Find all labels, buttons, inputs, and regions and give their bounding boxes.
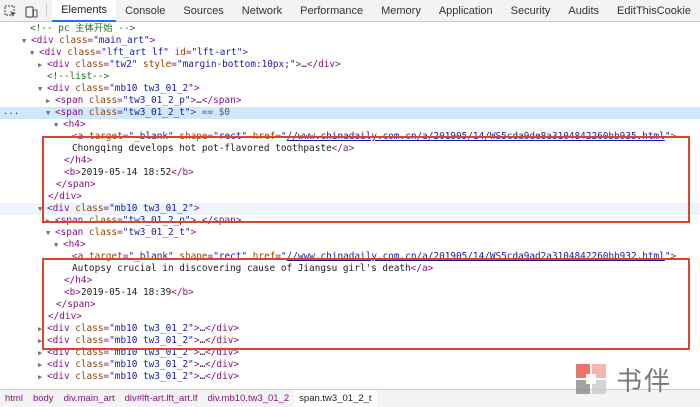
tree-node[interactable]: <b>2019-05-14 18:52</b> <box>0 167 700 179</box>
tab-memory[interactable]: Memory <box>372 0 430 22</box>
headline-text: Chongqing develops hot pot-flavored toot… <box>72 143 332 154</box>
tree-node[interactable]: ▼ <div class="mb10 tw3_01_2"> <box>0 83 700 95</box>
breadcrumb-item[interactable]: div.main_art <box>59 393 120 404</box>
selected-tree-node[interactable]: ... ▼ <span class="tw3_01_2_t"> == $0 <box>0 107 700 119</box>
tree-node[interactable]: ▼ <h4> <box>0 239 700 251</box>
tree-node[interactable]: ▶ <span class="tw3_01_2_p">…</span> <box>0 95 700 107</box>
tree-node[interactable]: Autopsy crucial in discovering cause of … <box>0 263 700 275</box>
tree-node[interactable]: </span> <box>0 299 700 311</box>
breadcrumb-item[interactable]: html <box>0 393 28 404</box>
tree-node[interactable]: ▶ <div class="tw2" style="margin-bottom:1… <box>0 59 700 71</box>
tab-sources[interactable]: Sources <box>174 0 232 22</box>
breadcrumb-item-active[interactable]: span.tw3_01_2_t <box>294 389 377 407</box>
tree-node[interactable]: Chongqing develops hot pot-flavored toot… <box>0 143 700 155</box>
comment-text: <!--list--> <box>47 71 110 82</box>
tree-node[interactable]: </h4> <box>0 155 700 167</box>
tab-security[interactable]: Security <box>502 0 560 22</box>
watermark-text: 书伴 <box>616 366 673 397</box>
tab-performance[interactable]: Performance <box>291 0 372 22</box>
toolbar-divider <box>46 4 48 17</box>
href-link[interactable]: //www.chinadaily.com.cn/a/201905/14/WS5c… <box>287 251 665 262</box>
breadcrumb-item[interactable]: div#lft-art.lft_art.lf <box>120 393 203 404</box>
tree-node[interactable]: ▼ <div class="mb10 tw3_01_2"> <box>0 203 700 215</box>
watermark: 书伴 <box>572 356 696 402</box>
inspect-element-icon[interactable] <box>0 0 21 22</box>
tree-node[interactable]: </div> <box>0 191 700 203</box>
tab-console[interactable]: Console <box>116 0 174 22</box>
tree-node[interactable]: ▼ <div class="main_art"> <box>0 35 700 47</box>
tree-node[interactable]: <a target="_blank" shape="rect" href="//… <box>0 131 700 143</box>
devtools-toolbar: Elements Console Sources Network Perform… <box>0 0 700 22</box>
watermark-logo-icon <box>572 360 610 398</box>
tree-node[interactable]: ▼ <h4> <box>0 119 700 131</box>
console-ref-label: == $0 <box>196 107 231 118</box>
comment-text: <!-- pc 主体开始 --> <box>30 23 136 34</box>
timestamp-text: 2019-05-14 18:52 <box>80 167 172 178</box>
tree-node[interactable]: </h4> <box>0 275 700 287</box>
tab-application[interactable]: Application <box>430 0 502 22</box>
tree-node[interactable]: </div> <box>0 311 700 323</box>
tab-audits[interactable]: Audits <box>559 0 608 22</box>
collapse-arrow-icon[interactable]: ▶ <box>38 372 47 384</box>
tree-node[interactable]: </span> <box>0 179 700 191</box>
tree-node[interactable]: <!-- pc 主体开始 --> <box>0 23 700 35</box>
headline-text: Autopsy crucial in discovering cause of … <box>72 263 411 274</box>
tree-node[interactable]: ▶ <div class="mb10 tw3_01_2">…</div> <box>0 323 700 335</box>
tree-node[interactable]: ▼ <div class="lft_art lf" id="lft-art"> <box>0 47 700 59</box>
device-toolbar-icon[interactable] <box>21 0 42 22</box>
breadcrumb-item[interactable]: body <box>28 393 59 404</box>
node-actions-icon[interactable]: ... <box>3 107 19 119</box>
href-link[interactable]: //www.chinadaily.com.cn/a/201905/14/WS5c… <box>287 131 665 142</box>
breadcrumb-item[interactable]: div.mb10.tw3_01_2 <box>202 393 294 404</box>
tree-node[interactable]: <!--list--> <box>0 71 700 83</box>
tree-node[interactable]: ▼ <span class="tw3_01_2_t"> <box>0 227 700 239</box>
elements-tree: <!-- pc 主体开始 --> ▼ <div class="main_art">… <box>0 23 700 389</box>
timestamp-text: 2019-05-14 18:39 <box>80 287 172 298</box>
tree-node[interactable]: ▶ <span class="tw3_01_2_p">…</span> <box>0 215 700 227</box>
tab-editthiscookie[interactable]: EditThisCookie <box>608 0 700 22</box>
tree-node[interactable]: <b>2019-05-14 18:39</b> <box>0 287 700 299</box>
tab-network[interactable]: Network <box>233 0 291 22</box>
tree-node[interactable]: <a target="_blank" shape="rect" href="//… <box>0 251 700 263</box>
tab-elements[interactable]: Elements <box>52 0 117 22</box>
tree-node[interactable]: ▶ <div class="mb10 tw3_01_2">…</div> <box>0 335 700 347</box>
